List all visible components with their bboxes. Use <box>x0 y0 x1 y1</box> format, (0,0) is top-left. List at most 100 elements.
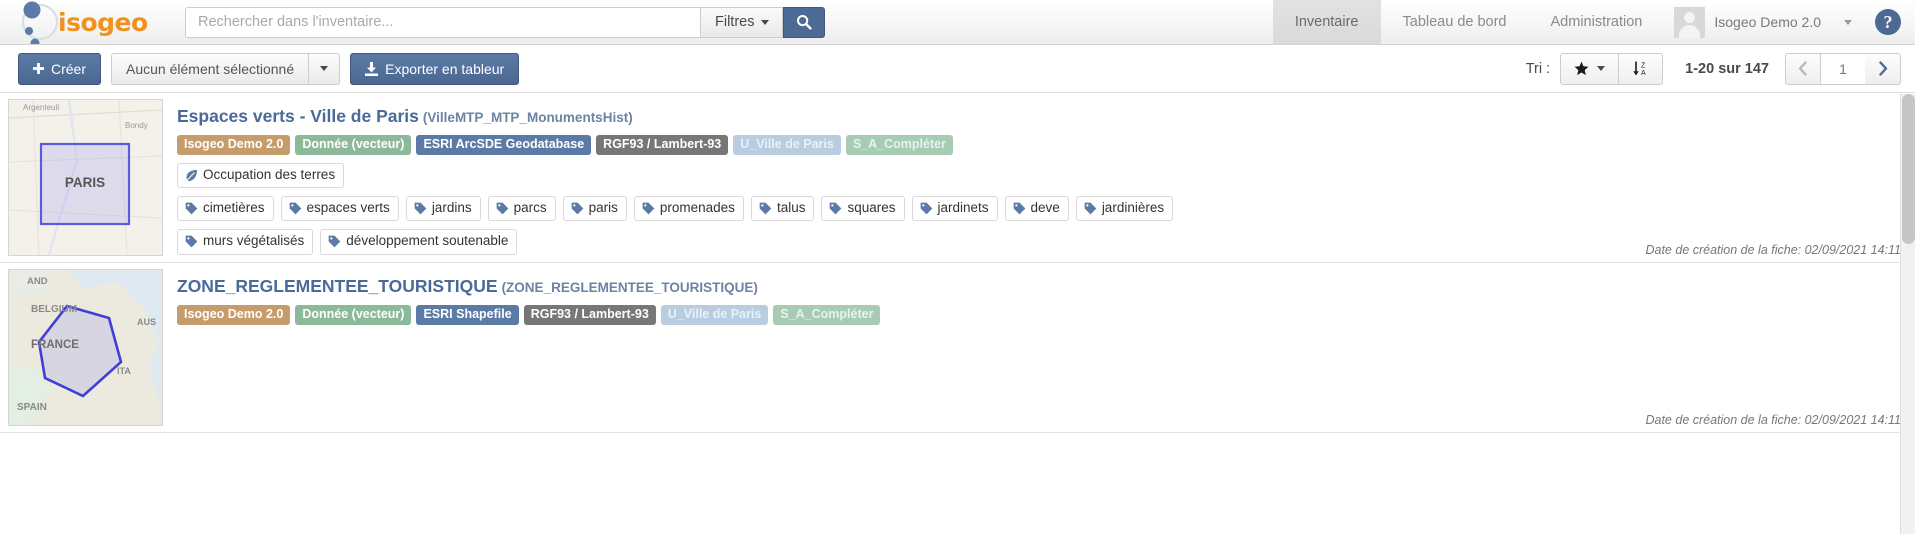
sort-direction-button[interactable]: Z A <box>1619 52 1664 85</box>
badge-format[interactable]: ESRI Shapefile <box>416 305 519 325</box>
result-title-line: ZONE_REGLEMENTEE_TOURISTIQUE (ZONE_REGLEM… <box>177 276 1901 297</box>
keyword-chip[interactable]: parcs <box>487 196 556 222</box>
badge-catalog-ville[interactable]: U_Ville de Paris <box>733 135 841 155</box>
keyword-chip[interactable]: deve <box>1004 196 1069 222</box>
keyword-label: jardinières <box>1101 200 1165 216</box>
keyword-chip[interactable]: jardinets <box>911 196 998 222</box>
result-subtitle: (VilleMTP_MTP_MonumentsHist) <box>422 110 633 125</box>
badge-workgroup[interactable]: Isogeo Demo 2.0 <box>177 305 291 325</box>
selection-status-button[interactable]: Aucun élément sélectionné <box>111 52 310 85</box>
results-list: PARIS Argenteuil Bondy Espaces verts - V… <box>0 93 1915 433</box>
chevron-down-icon[interactable] <box>1844 19 1852 25</box>
nav-tab-tableau-de-bord[interactable]: Tableau de bord <box>1381 0 1529 44</box>
keyword-label: squares <box>847 200 896 216</box>
badge-catalog-acompleter[interactable]: S_A_Compléter <box>773 305 881 325</box>
search-bar: Filtres <box>185 0 826 44</box>
action-toolbar: Créer Aucun élément sélectionné Exporter… <box>0 45 1915 93</box>
tag-icon <box>759 202 772 215</box>
map-thumbnail-france[interactable]: AND BELGIUM FRANCE AUS ITA SPAIN <box>8 269 163 426</box>
result-badges: Isogeo Demo 2.0 Donnée (vecteur) ESRI Sh… <box>177 305 1901 325</box>
theme-label: Occupation des terres <box>203 167 336 182</box>
keyword-chip[interactable]: cimetières <box>177 196 274 222</box>
selection-dropdown-toggle[interactable] <box>309 52 341 85</box>
map-thumbnail-paris[interactable]: PARIS Argenteuil Bondy <box>8 99 163 256</box>
tag-icon <box>289 202 301 215</box>
chevron-right-icon <box>1878 61 1887 76</box>
keyword-chip[interactable]: paris <box>562 196 627 222</box>
nav-tab-inventaire[interactable]: Inventaire <box>1272 0 1381 44</box>
user-avatar-icon <box>1674 6 1706 38</box>
result-card[interactable]: PARIS Argenteuil Bondy Espaces verts - V… <box>0 93 1915 263</box>
keyword-label: espaces verts <box>306 200 390 216</box>
pagination-page-input[interactable] <box>1821 52 1865 85</box>
app-header: isogeo Filtres Inventaire Tableau de bor… <box>0 0 1915 48</box>
keyword-chip[interactable]: promenades <box>633 196 744 222</box>
user-menu[interactable]: Isogeo Demo 2.0 ? <box>1664 0 1915 44</box>
badge-type[interactable]: Donnée (vecteur) <box>295 135 412 155</box>
nav-tab-administration[interactable]: Administration <box>1529 0 1665 44</box>
badge-type[interactable]: Donnée (vecteur) <box>295 305 412 325</box>
isogeo-logo-icon <box>14 0 62 48</box>
logo-wordmark: isogeo <box>58 7 148 37</box>
keyword-label: talus <box>776 200 806 216</box>
keyword-chip[interactable]: talus <box>750 196 815 222</box>
result-creation-date: Date de création de la fiche: 02/09/2021… <box>1645 243 1901 257</box>
keyword-chip[interactable]: jardins <box>405 196 481 222</box>
keyword-chip[interactable]: développement soutenable <box>320 229 518 255</box>
selection-label: Aucun élément sélectionné <box>126 60 295 77</box>
result-badges: Isogeo Demo 2.0 Donnée (vecteur) ESRI Ar… <box>177 135 1901 155</box>
tag-icon <box>328 235 341 248</box>
result-card[interactable]: AND BELGIUM FRANCE AUS ITA SPAIN ZONE_RE… <box>0 263 1915 433</box>
export-label: Exporter en tableur <box>385 60 505 77</box>
svg-text:AUS: AUS <box>137 317 156 327</box>
app-logo[interactable]: isogeo <box>0 0 180 48</box>
sort-criteria-button[interactable] <box>1560 52 1620 85</box>
svg-text:ITA: ITA <box>117 366 131 376</box>
nav-tab-label: Administration <box>1550 14 1643 30</box>
badge-format[interactable]: ESRI ArcSDE Geodatabase <box>416 135 592 155</box>
download-icon <box>365 61 379 76</box>
filters-button[interactable]: Filtres <box>700 6 784 38</box>
create-button[interactable]: Créer <box>18 52 102 85</box>
keyword-label: développement soutenable <box>346 233 509 249</box>
pagination-prev-button[interactable] <box>1785 52 1821 85</box>
search-input[interactable] <box>185 6 700 38</box>
svg-text:PARIS: PARIS <box>65 175 105 190</box>
keyword-chip[interactable]: jardinières <box>1075 196 1174 222</box>
pagination <box>1785 52 1901 85</box>
keyword-chip[interactable]: squares <box>821 196 905 222</box>
help-button[interactable]: ? <box>1875 9 1901 35</box>
tag-icon <box>1013 202 1025 215</box>
chevron-down-icon <box>1597 66 1606 71</box>
result-keywords-row-1: cimetières espaces verts jardins parcs p… <box>177 196 1901 222</box>
badge-srs[interactable]: RGF93 / Lambert-93 <box>523 305 656 325</box>
keyword-chip[interactable]: espaces verts <box>280 196 399 222</box>
star-icon <box>1574 61 1589 76</box>
page-scrollbar[interactable] <box>1900 94 1915 534</box>
result-card-body: Espaces verts - Ville de Paris (VilleMTP_… <box>163 93 1915 262</box>
tag-icon <box>571 202 583 215</box>
search-submit-button[interactable] <box>783 6 826 38</box>
result-subtitle: (ZONE_REGLEMENTEE_TOURISTIQUE) <box>501 280 758 295</box>
keyword-label: parcs <box>513 200 547 216</box>
pagination-next-button[interactable] <box>1865 52 1901 85</box>
badge-catalog-acompleter[interactable]: S_A_Compléter <box>845 135 953 155</box>
result-themes: Occupation des terres <box>177 163 1901 189</box>
keyword-label: murs végétalisés <box>203 233 305 249</box>
badge-workgroup[interactable]: Isogeo Demo 2.0 <box>177 135 291 155</box>
search-icon <box>797 15 813 30</box>
keyword-label: promenades <box>659 200 735 216</box>
svg-text:SPAIN: SPAIN <box>17 402 47 413</box>
filters-label: Filtres <box>715 14 755 30</box>
export-button[interactable]: Exporter en tableur <box>350 52 520 85</box>
theme-chip[interactable]: Occupation des terres <box>177 163 345 189</box>
result-title[interactable]: Espaces verts - Ville de Paris <box>177 106 419 126</box>
tag-icon <box>496 202 508 215</box>
tag-icon <box>185 235 198 248</box>
svg-text:Argenteuil: Argenteuil <box>23 103 59 112</box>
badge-srs[interactable]: RGF93 / Lambert-93 <box>596 135 729 155</box>
result-title[interactable]: ZONE_REGLEMENTEE_TOURISTIQUE <box>177 276 498 296</box>
scrollbar-thumb[interactable] <box>1902 94 1915 244</box>
badge-catalog-ville[interactable]: U_Ville de Paris <box>660 305 769 325</box>
keyword-chip[interactable]: murs végétalisés <box>177 229 314 255</box>
